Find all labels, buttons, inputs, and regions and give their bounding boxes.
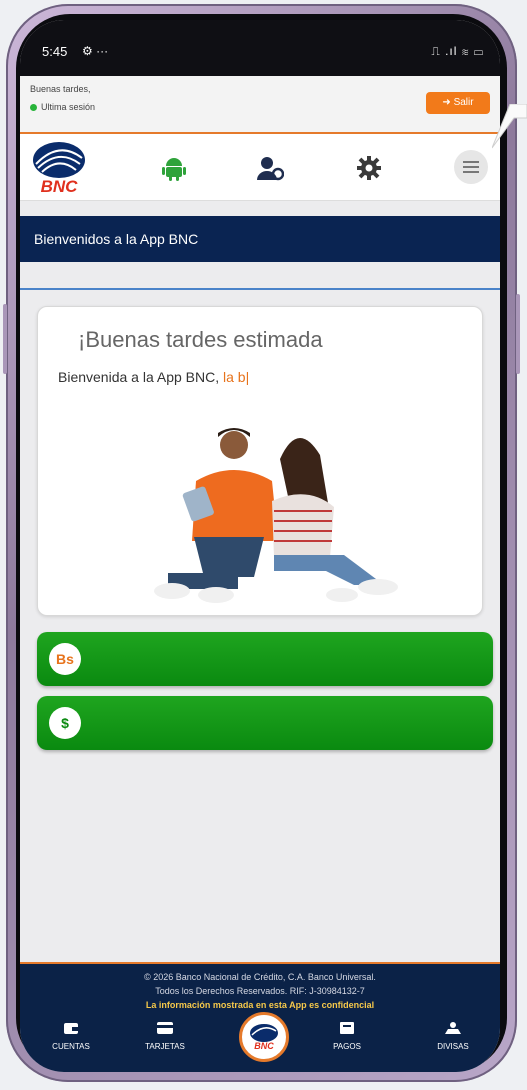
tab-divisas-label: DIVISAS <box>437 1042 469 1051</box>
credit-card-icon <box>157 1022 173 1034</box>
welcome-banner: Bienvenidos a la App BNC <box>20 216 500 262</box>
phone-side-button <box>3 304 7 374</box>
currency-exchange-icon <box>445 1022 461 1034</box>
user-name: la b| <box>223 369 250 385</box>
bnc-logo[interactable]: BNC <box>30 138 88 196</box>
logout-label: Salir <box>453 97 474 108</box>
welcome-message: Bienvenida a la App BNC, la b| <box>58 369 249 385</box>
phone-side-button <box>516 294 520 374</box>
wallet-icon <box>64 1023 78 1034</box>
bolivares-balance-bar[interactable]: Bs <box>37 632 493 686</box>
last-session: Ultima sesión <box>30 102 95 112</box>
welcome-banner-title: Bienvenidos a la App BNC <box>34 231 199 247</box>
greeting-text: Buenas tardes, <box>30 84 91 94</box>
logout-button[interactable]: ➜ Salir <box>426 92 490 114</box>
tab-divisas[interactable]: DIVISAS <box>418 1020 488 1051</box>
status-bar: 5:45 ⚙ ··· ⎍ .ıl ≋ ▭ <box>20 20 500 76</box>
status-notification-icons: ⚙ ··· <box>82 44 109 58</box>
tab-cuentas-label: CUENTAS <box>52 1042 90 1051</box>
bnc-home-icon: BNC <box>250 1024 278 1051</box>
user-security-icon[interactable] <box>256 154 284 182</box>
people-illustration <box>154 428 398 603</box>
home-logo-button[interactable]: BNC <box>239 1012 289 1062</box>
greeting-heading: ¡Buenas tardes estimada <box>78 327 323 352</box>
callout-pointer <box>492 104 527 149</box>
welcome-card: ¡Buenas tardes estimada Bienvenida a la … <box>37 306 483 616</box>
menu-bar-icon <box>463 166 479 168</box>
tab-cuentas[interactable]: CUENTAS <box>36 1020 106 1051</box>
tab-tarjetas-label: TARJETAS <box>145 1042 185 1051</box>
status-right-icons: ⎍ .ıl ≋ ▭ <box>431 44 484 58</box>
hamburger-menu-button[interactable] <box>454 150 488 184</box>
menu-bar-icon <box>463 171 479 173</box>
app-screen: 5:45 ⚙ ··· ⎍ .ıl ≋ ▭ Buenas tardes, Ulti… <box>20 20 500 1072</box>
footer-rights: Todos los Derechos Reservados. RIF: J-30… <box>155 986 365 996</box>
tab-tarjetas[interactable]: TARJETAS <box>130 1020 200 1051</box>
dollar-icon: $ <box>49 707 81 739</box>
menu-bar-icon <box>463 161 479 163</box>
bolivares-icon: Bs <box>49 643 81 675</box>
top-navigation: BNC <box>20 134 500 201</box>
payments-icon <box>340 1022 354 1034</box>
footer: © 2026 Banco Nacional de Crédito, C.A. B… <box>20 962 500 1072</box>
welcome-message-text: Bienvenida a la App BNC, <box>58 369 220 385</box>
dollars-balance-bar[interactable]: $ <box>37 696 493 750</box>
status-time: 5:45 <box>42 44 68 59</box>
settings-gear-icon[interactable] <box>355 154 383 182</box>
session-bar: Buenas tardes, Ultima sesión ➜ Salir <box>20 76 500 135</box>
footer-confidential: La información mostrada en esta App es c… <box>145 1000 375 1010</box>
online-dot-icon <box>30 104 37 112</box>
tab-pagos[interactable]: PAGOS <box>312 1020 382 1051</box>
divider <box>20 288 500 290</box>
logout-icon: ➜ <box>442 97 454 108</box>
last-session-label: Ultima sesión <box>41 102 96 112</box>
svg-text:BNC: BNC <box>254 1041 274 1051</box>
logo-text: BNC <box>41 177 79 196</box>
tab-pagos-label: PAGOS <box>333 1042 361 1051</box>
footer-copyright: © 2026 Banco Nacional de Crédito, C.A. B… <box>144 972 376 982</box>
android-icon[interactable] <box>160 154 188 182</box>
